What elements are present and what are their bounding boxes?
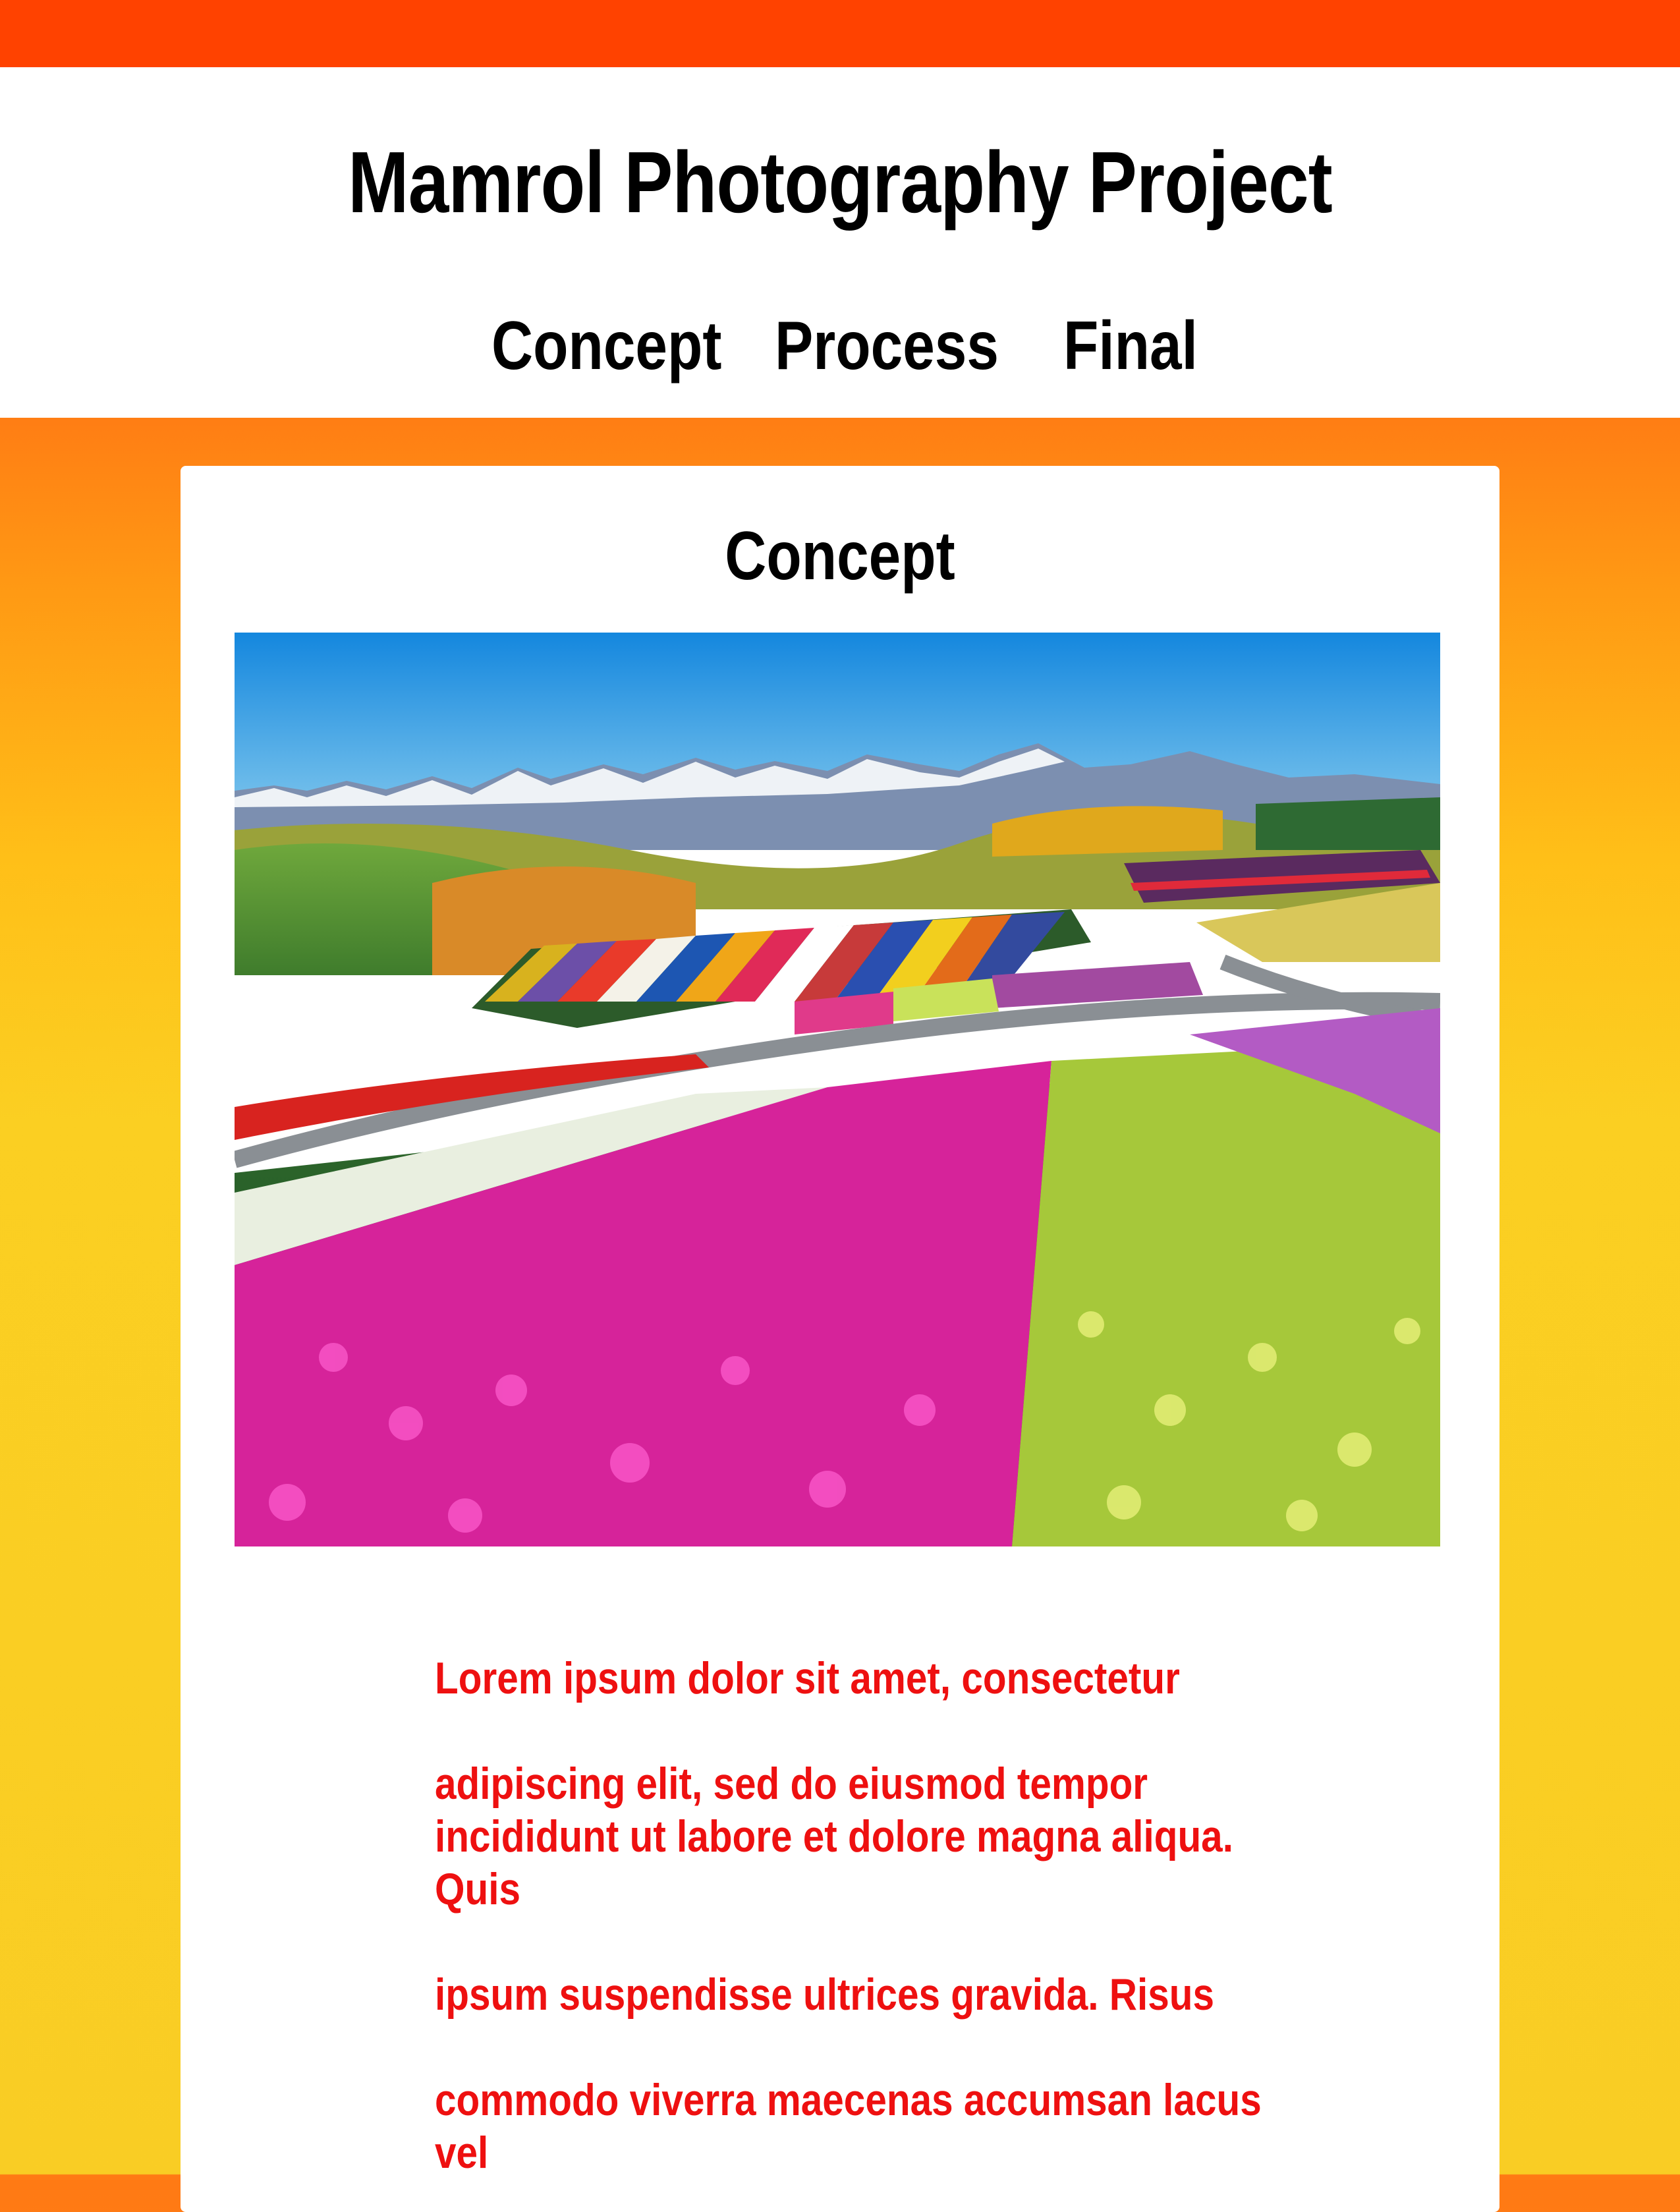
main-nav: Concept Process Final <box>0 303 1680 389</box>
nav-link-final[interactable]: Final <box>1063 303 1198 389</box>
content-card: Concept Lorem ipsum dolor sit amet, cons… <box>181 466 1499 2212</box>
top-accent-bar <box>0 0 1680 67</box>
site-header: Mamrol Photography Project Concept Proce… <box>0 67 1680 418</box>
nav-link-concept[interactable]: Concept <box>491 303 721 389</box>
body-paragraph: Lorem ipsum dolor sit amet, consectetur … <box>435 1653 1262 2178</box>
nav-link-process[interactable]: Process <box>775 303 999 389</box>
section-title: Concept <box>725 518 955 594</box>
site-title: Mamrol Photography Project <box>348 134 1333 231</box>
landscape-photo <box>235 633 1440 1546</box>
